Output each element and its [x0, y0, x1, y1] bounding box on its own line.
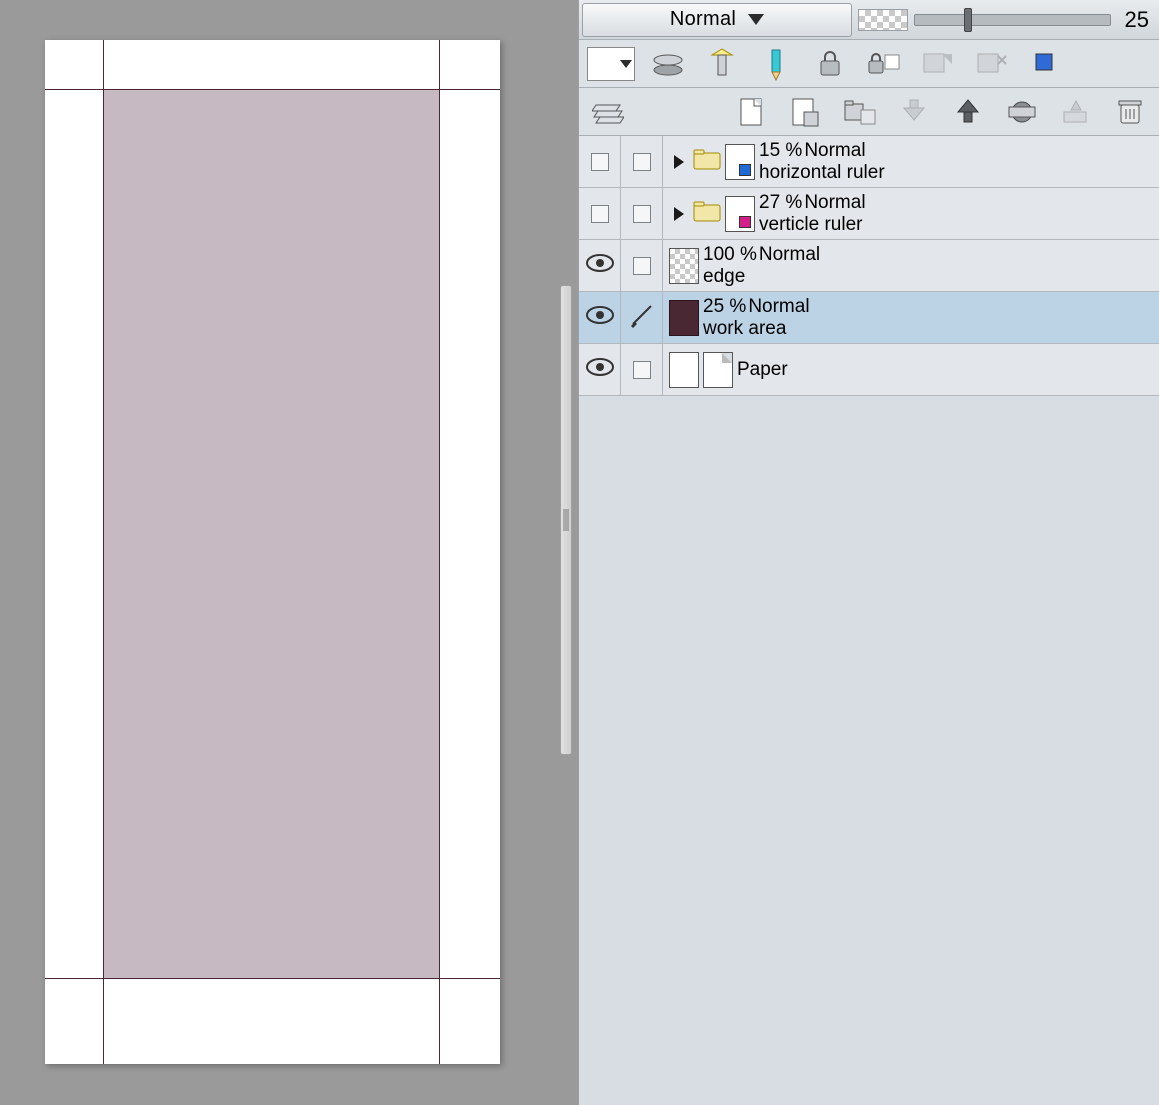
chevron-right-icon — [674, 207, 684, 221]
layer-mode: Normal — [804, 192, 865, 214]
brush-icon — [629, 302, 655, 333]
paper-page-icon — [703, 352, 733, 388]
layer-mode: Normal — [804, 140, 865, 162]
chevron-right-icon — [674, 155, 684, 169]
eye-icon — [585, 357, 615, 382]
vertical-guide-right[interactable] — [439, 40, 440, 1064]
layer-opacity: 27 % — [759, 192, 802, 214]
opacity-checker-icon — [858, 9, 908, 31]
expand-toggle[interactable] — [669, 155, 689, 169]
edit-toggle[interactable] — [621, 344, 663, 395]
visibility-toggle[interactable] — [579, 188, 621, 239]
mask-create-icon — [917, 44, 959, 84]
work-area-fill — [103, 89, 439, 978]
mask-fx-icon — [971, 44, 1013, 84]
edit-toggle[interactable] — [621, 136, 663, 187]
layer-mode: Normal — [759, 244, 820, 266]
reference-pencil-icon[interactable] — [755, 44, 797, 84]
lock-icon[interactable] — [809, 44, 851, 84]
layer-name: edge — [703, 266, 820, 288]
layer-list[interactable]: 15 % Normal horizontal ruler 27 % — [579, 136, 1159, 1105]
layer-opacity: 15 % — [759, 140, 802, 162]
visibility-toggle[interactable] — [579, 136, 621, 187]
edit-toggle[interactable] — [621, 292, 663, 343]
blend-opacity-bar: Normal 25 — [579, 0, 1159, 40]
visibility-toggle[interactable] — [579, 240, 621, 291]
folder-icon — [693, 200, 721, 227]
layer-text: 25 % Normal work area — [703, 296, 810, 340]
layer-text: Paper — [737, 359, 788, 381]
eye-icon — [585, 253, 615, 278]
opacity-value: 25 — [1117, 7, 1153, 33]
layer-palette-icon[interactable] — [587, 92, 629, 132]
folder-icon — [693, 148, 721, 175]
layer-row-edge[interactable]: 100 % Normal edge — [579, 240, 1159, 292]
layer-action-toolbar — [579, 88, 1159, 136]
horizontal-guide-top[interactable] — [45, 89, 500, 90]
layer-thumbnail — [669, 248, 699, 284]
move-down-icon — [893, 92, 935, 132]
lock-opacity-icon[interactable] — [863, 44, 905, 84]
layers-panel: Normal 25 — [578, 0, 1159, 1105]
transfer-icon — [1055, 92, 1097, 132]
clip-toggle-icon[interactable] — [647, 44, 689, 84]
new-raster-layer-icon[interactable] — [785, 92, 827, 132]
new-layer-icon[interactable] — [731, 92, 773, 132]
layer-mode: Normal — [748, 296, 809, 318]
layer-text: 27 % Normal verticle ruler — [759, 192, 866, 236]
vertical-guide-left[interactable] — [103, 40, 104, 1064]
layer-opacity: 100 % — [703, 244, 757, 266]
blend-mode-label: Normal — [670, 8, 736, 31]
layer-name: verticle ruler — [759, 214, 866, 236]
color-swatch-dropdown[interactable] — [587, 47, 635, 81]
layer-row-work-area[interactable]: 25 % Normal work area — [579, 292, 1159, 344]
layer-text: 15 % Normal horizontal ruler — [759, 140, 885, 184]
color-swatch-mini-icon[interactable] — [1025, 44, 1067, 84]
chevron-down-icon — [748, 14, 764, 25]
layer-text: 100 % Normal edge — [703, 244, 820, 288]
layer-row-verticle-ruler[interactable]: 27 % Normal verticle ruler — [579, 188, 1159, 240]
edit-toggle[interactable] — [621, 240, 663, 291]
lighthouse-icon[interactable] — [701, 44, 743, 84]
merge-icon[interactable] — [1001, 92, 1043, 132]
horizontal-guide-bottom[interactable] — [45, 978, 500, 979]
expand-toggle[interactable] — [669, 207, 689, 221]
layer-thumbnail — [669, 300, 699, 336]
layer-opacity: 25 % — [703, 296, 746, 318]
layer-thumbnail — [669, 352, 699, 388]
visibility-toggle[interactable] — [579, 292, 621, 343]
layer-name: horizontal ruler — [759, 162, 885, 184]
layer-thumbnail — [725, 196, 755, 232]
opacity-slider-thumb[interactable] — [964, 8, 972, 32]
delete-icon[interactable] — [1109, 92, 1151, 132]
layer-row-paper[interactable]: Paper — [579, 344, 1159, 396]
layer-thumbnail — [725, 144, 755, 180]
chevron-down-icon — [620, 60, 632, 68]
layer-name: Paper — [737, 359, 788, 381]
move-up-icon[interactable] — [947, 92, 989, 132]
eye-icon — [585, 305, 615, 330]
layer-row-horizontal-ruler[interactable]: 15 % Normal horizontal ruler — [579, 136, 1159, 188]
edit-toggle[interactable] — [621, 188, 663, 239]
panel-splitter-handle[interactable] — [560, 285, 572, 755]
layer-name: work area — [703, 318, 810, 340]
opacity-slider[interactable] — [914, 14, 1111, 26]
layer-property-toolbar — [579, 40, 1159, 88]
paper-sheet — [45, 40, 500, 1064]
new-folder-icon[interactable] — [839, 92, 881, 132]
canvas-pane[interactable] — [0, 0, 562, 1105]
blend-mode-dropdown[interactable]: Normal — [582, 3, 852, 37]
visibility-toggle[interactable] — [579, 344, 621, 395]
